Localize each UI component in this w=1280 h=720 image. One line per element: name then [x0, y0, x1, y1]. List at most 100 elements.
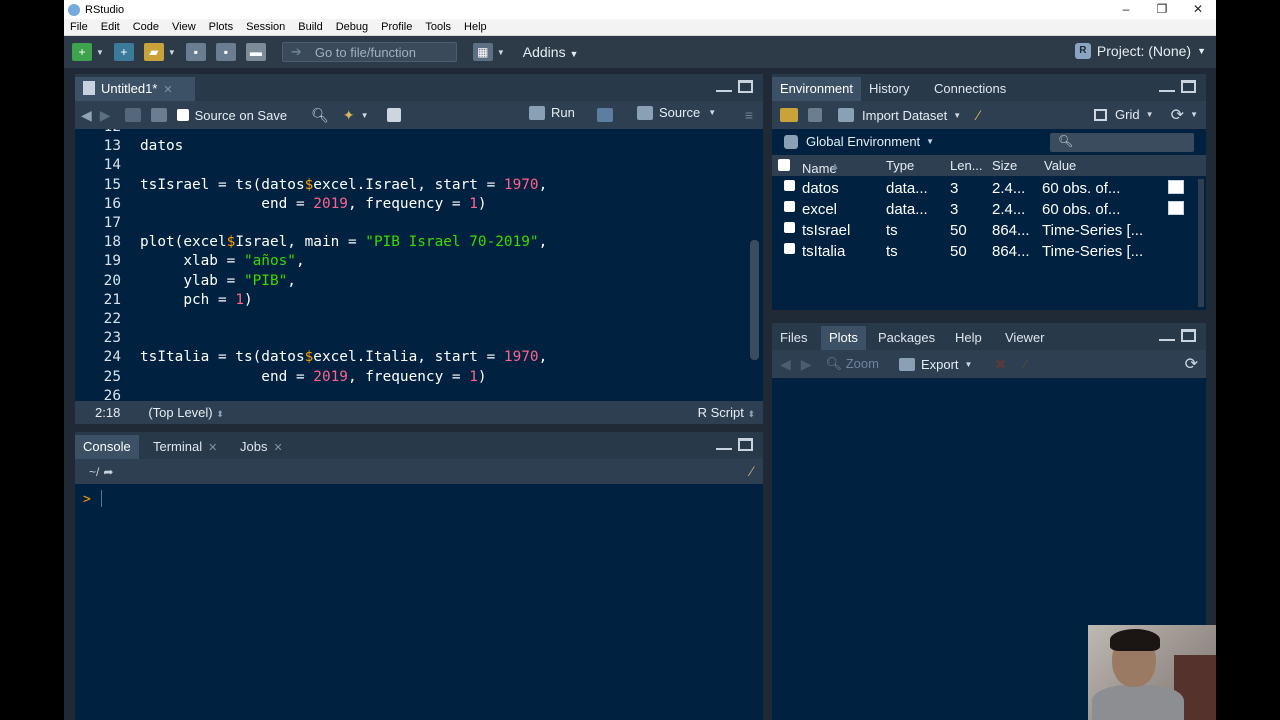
row-checkbox[interactable] [784, 222, 795, 233]
tab-environment[interactable]: Environment [772, 77, 861, 101]
tab-files[interactable]: Files [772, 326, 815, 350]
print-icon[interactable]: ▬ [245, 43, 266, 61]
menu-item-help[interactable]: Help [464, 21, 487, 33]
global-environment-menu[interactable]: Global Environment ▼ [784, 134, 934, 149]
workspace-panes-icon[interactable]: ▦ [472, 43, 493, 61]
row-checkbox[interactable] [784, 180, 795, 191]
code-tools-wand-icon[interactable]: ✦ [343, 107, 355, 124]
menu-item-code[interactable]: Code [133, 21, 159, 33]
menu-item-file[interactable]: File [70, 21, 88, 33]
column-value[interactable]: Value [1044, 158, 1076, 173]
minimize-button[interactable]: – [1108, 0, 1144, 19]
next-plot-icon[interactable]: ▶ [801, 356, 812, 373]
menu-item-view[interactable]: View [172, 21, 196, 33]
minimize-pane-icon[interactable] [716, 80, 732, 92]
refresh-icon[interactable]: ⟳ [1171, 105, 1184, 125]
code-line[interactable]: end = 2019, frequency = 1) [140, 369, 486, 385]
chevron-down-icon[interactable]: ▼ [168, 48, 176, 57]
maximize-pane-icon[interactable] [1181, 80, 1196, 93]
menu-item-session[interactable]: Session [246, 21, 285, 33]
clear-broom-icon[interactable]: ⁄ [977, 107, 979, 123]
code-line[interactable]: plot(excel$Israel, main = "PIB Israel 70… [140, 234, 547, 250]
minimize-pane-icon[interactable] [1159, 80, 1175, 92]
chevron-down-icon[interactable]: ▼ [1190, 110, 1198, 119]
environment-row[interactable]: tsIsrael ts 50 864... Time-Series [... [772, 221, 1206, 242]
compile-report-icon[interactable] [386, 108, 401, 122]
tab-help[interactable]: Help [947, 326, 990, 350]
save-icon[interactable] [150, 108, 167, 122]
code-line[interactable]: datos [140, 138, 183, 154]
maximize-pane-icon[interactable] [738, 80, 753, 93]
environment-scrollbar[interactable] [1198, 179, 1204, 307]
environment-row[interactable]: datos data... 3 2.4... 60 obs. of... [772, 179, 1206, 200]
load-workspace-icon[interactable] [780, 108, 798, 122]
source-on-save-checkbox[interactable] [176, 109, 189, 121]
refresh-icon[interactable]: ⟳ [1185, 354, 1198, 374]
row-checkbox[interactable] [784, 201, 795, 212]
project-menu[interactable]: R Project: (None) ▼ [1074, 43, 1206, 59]
menu-item-debug[interactable]: Debug [336, 21, 368, 33]
filetype-menu[interactable]: R Script ⬍ [698, 405, 755, 420]
tab-untitled1[interactable]: Untitled1* ✕ [75, 77, 195, 101]
close-tab-icon[interactable]: ✕ [208, 442, 217, 454]
console-output[interactable]: > [75, 484, 763, 720]
run-button[interactable]: Run [529, 105, 575, 120]
export-menu[interactable]: Export ▼ [898, 357, 972, 372]
import-dataset-menu[interactable]: Import Dataset ▼ [838, 108, 961, 123]
scope-menu[interactable]: (Top Level) ⬍ [148, 405, 223, 420]
row-checkbox[interactable] [784, 243, 795, 254]
search-icon[interactable]: 🔍︎ [311, 107, 329, 124]
view-data-grid-icon[interactable] [1168, 180, 1184, 194]
tab-viewer[interactable]: Viewer [997, 326, 1053, 350]
new-project-icon[interactable]: + [113, 43, 134, 61]
tab-connections[interactable]: Connections [926, 77, 1014, 101]
menu-item-profile[interactable]: Profile [381, 21, 412, 33]
save-icon[interactable]: ▪ [185, 43, 206, 61]
maximize-pane-icon[interactable] [738, 438, 753, 451]
close-tab-icon[interactable]: ✕ [273, 442, 282, 454]
zoom-button[interactable]: 🔍︎ Zoom [826, 356, 879, 372]
open-file-icon[interactable]: ▰ [143, 43, 164, 61]
column-size[interactable]: Size [992, 158, 1017, 173]
code-line[interactable]: pch = 1) [140, 292, 252, 308]
select-all-checkbox[interactable] [778, 159, 790, 171]
maximize-pane-icon[interactable] [1181, 329, 1196, 342]
minimize-pane-icon[interactable] [1159, 329, 1175, 341]
new-file-icon[interactable]: + [72, 43, 92, 61]
code-line[interactable]: xlab = "años", [140, 253, 304, 269]
column-length[interactable]: Len... [950, 158, 983, 173]
clear-plots-broom-icon[interactable]: ⁄ [1024, 356, 1026, 372]
go-to-file-input[interactable]: ➔ Go to file/function [281, 42, 457, 62]
code-editor[interactable]: 12 13 datos 14 15 tsIsrael = ts(datos$excel.I… [75, 129, 763, 401]
code-line[interactable]: tsItalia = ts(datos$excel.Italia, start … [140, 349, 547, 365]
tab-console[interactable]: Console [75, 435, 139, 459]
editor-scrollbar[interactable] [750, 240, 759, 360]
show-in-window-icon[interactable] [124, 108, 141, 122]
tab-packages[interactable]: Packages [870, 326, 943, 350]
go-to-directory-icon[interactable]: ➦ [103, 465, 113, 479]
close-tab-icon[interactable]: ✕ [163, 84, 172, 96]
environment-search-input[interactable]: 🔍︎ [1050, 133, 1194, 152]
grid-view-menu[interactable]: Grid ▼ [1094, 107, 1153, 122]
back-icon[interactable]: ◀ [81, 107, 92, 124]
environment-row[interactable]: excel data... 3 2.4... 60 obs. of... [772, 200, 1206, 221]
chevron-down-icon[interactable]: ▼ [96, 48, 104, 57]
tab-plots[interactable]: Plots [821, 326, 866, 350]
tab-terminal[interactable]: Terminal ✕ [145, 435, 225, 459]
code-line[interactable]: end = 2019, frequency = 1) [140, 196, 486, 212]
code-line[interactable]: ylab = "PIB", [140, 273, 296, 289]
tab-history[interactable]: History [861, 77, 917, 101]
rerun-icon[interactable] [597, 108, 613, 122]
outline-icon[interactable]: ≡ [745, 107, 753, 123]
minimize-pane-icon[interactable] [716, 438, 732, 450]
view-data-grid-icon[interactable] [1168, 201, 1184, 215]
code-line[interactable]: tsIsrael = ts(datos$excel.Israel, start … [140, 177, 547, 193]
chevron-down-icon[interactable]: ▼ [497, 48, 505, 57]
clear-console-broom-icon[interactable]: ⁄ [751, 463, 753, 479]
save-workspace-icon[interactable] [808, 108, 822, 122]
previous-plot-icon[interactable]: ◀ [780, 356, 791, 373]
menu-item-edit[interactable]: Edit [101, 21, 120, 33]
restore-button[interactable]: ❐ [1144, 0, 1180, 19]
remove-plot-icon[interactable]: ✖ [994, 356, 1006, 373]
chevron-down-icon[interactable]: ▼ [361, 111, 369, 120]
